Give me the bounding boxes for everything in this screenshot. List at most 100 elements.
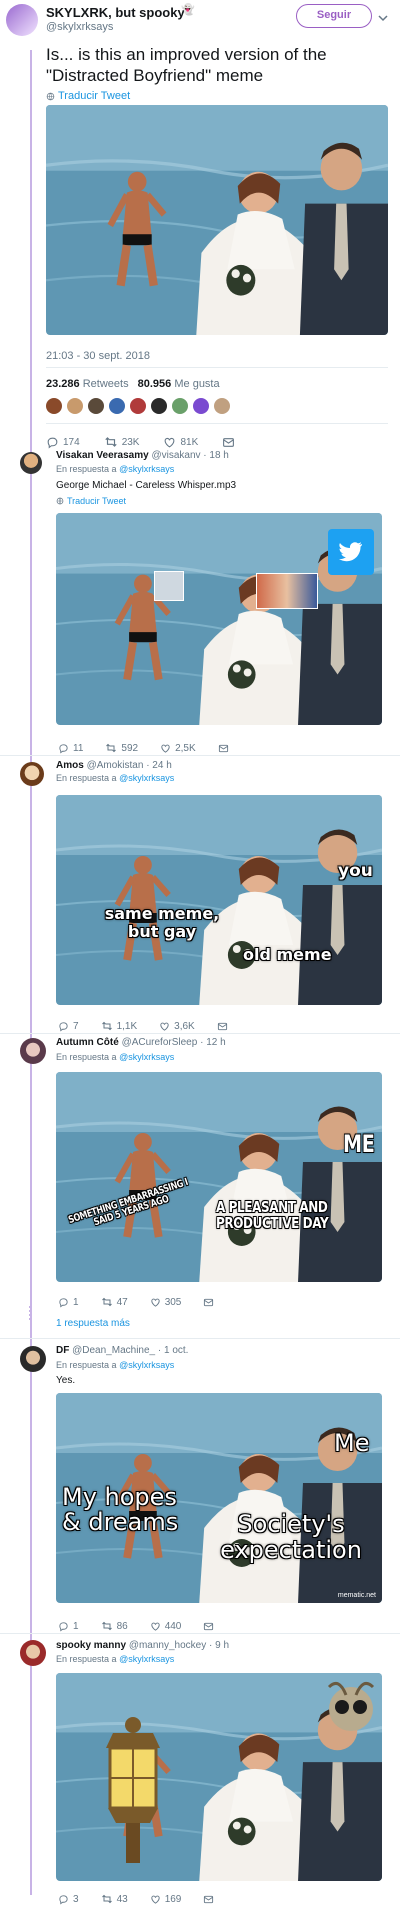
- retweet-button[interactable]: 1,1K: [101, 1020, 137, 1032]
- avatar[interactable]: [20, 452, 42, 474]
- reply-button[interactable]: 1: [58, 1297, 79, 1308]
- author-name[interactable]: Amos: [56, 760, 84, 771]
- tweet-image[interactable]: Me My hopes & dreams Society's expectati…: [56, 1393, 382, 1603]
- avatar[interactable]: [172, 398, 188, 414]
- tweet-image[interactable]: [56, 513, 382, 725]
- follow-label: Seguir: [316, 9, 352, 21]
- dm-button[interactable]: [203, 1894, 214, 1905]
- reply-prefix: En respuesta a: [56, 1360, 117, 1370]
- tweet-image[interactable]: ME SOMETHING EMBARRASSING I SAID 5 YEARS…: [56, 1072, 382, 1282]
- like-button[interactable]: 81K: [163, 436, 198, 449]
- envelope-icon: [222, 436, 235, 449]
- retweet-button[interactable]: 23K: [104, 435, 140, 449]
- retweets-label: Retweets: [82, 378, 129, 390]
- like-count[interactable]: 80.956: [138, 378, 172, 390]
- reply-to-link[interactable]: @skylxrksays: [119, 773, 174, 783]
- like-button[interactable]: 440: [150, 1620, 182, 1632]
- avatar[interactable]: [67, 398, 83, 414]
- avatar[interactable]: [151, 398, 167, 414]
- avatar[interactable]: [109, 398, 125, 414]
- avatar[interactable]: [20, 1640, 46, 1666]
- avatar[interactable]: [6, 4, 38, 36]
- tweet-image[interactable]: [46, 105, 388, 335]
- meme-caption-me: Me: [334, 1429, 370, 1457]
- reply-button[interactable]: 3: [58, 1894, 79, 1905]
- retweet-count[interactable]: 23.286: [46, 378, 80, 390]
- retweet-count: 592: [121, 742, 139, 754]
- dm-button[interactable]: [203, 1621, 214, 1632]
- tweet-image[interactable]: [56, 1673, 382, 1881]
- reply-to-link[interactable]: @skylxrksays: [119, 1360, 174, 1370]
- divider: [0, 1338, 400, 1339]
- retweet-count: 43: [116, 1893, 128, 1905]
- dm-button[interactable]: [217, 1021, 228, 1032]
- retweet-icon: [101, 1020, 113, 1032]
- reply-button[interactable]: 1: [58, 1621, 79, 1632]
- in-reply-to: En respuesta a @skylxrksays: [56, 1654, 174, 1664]
- retweet-count: 23K: [121, 436, 140, 448]
- watermark: mematic.net: [337, 1592, 376, 1599]
- like-count: 440: [164, 1620, 182, 1632]
- reply-header: DF @Dean_Machine_ · 1 oct.: [56, 1345, 188, 1356]
- reply-text: Yes.: [56, 1375, 76, 1386]
- author-name[interactable]: Autumn Côté: [56, 1037, 119, 1048]
- reply-icon: [58, 743, 69, 754]
- dm-button[interactable]: [203, 1297, 214, 1308]
- like-count: 81K: [180, 436, 199, 448]
- like-button[interactable]: 2,5K: [160, 743, 196, 754]
- likes-label: Me gusta: [174, 378, 220, 390]
- meme-caption-left: same meme, but gay: [104, 904, 220, 941]
- avatar[interactable]: [46, 398, 62, 414]
- avatar[interactable]: [214, 398, 230, 414]
- envelope-icon: [203, 1621, 214, 1632]
- reply-prefix: En respuesta a: [56, 773, 117, 783]
- avatar[interactable]: [130, 398, 146, 414]
- author-name[interactable]: SKYLXRK, but spooky: [46, 5, 185, 20]
- timestamp: 21:03 - 30 sept. 2018: [46, 350, 150, 362]
- divider: [0, 755, 400, 756]
- reply-icon: [58, 1297, 69, 1308]
- like-button[interactable]: 305: [150, 1297, 181, 1308]
- heart-icon: [163, 436, 176, 449]
- chevron-down-icon[interactable]: [378, 10, 388, 22]
- meme-background: [56, 795, 382, 1005]
- tweet-actions: 174 23K 81K: [46, 435, 235, 449]
- reply-to-link[interactable]: @skylxrksays: [119, 1052, 174, 1062]
- translate-link[interactable]: Traducir Tweet: [46, 90, 130, 102]
- avatar[interactable]: [20, 1346, 46, 1372]
- tweet-image[interactable]: you same meme, but gay old meme: [56, 795, 382, 1005]
- more-replies-link[interactable]: 1 respuesta más: [56, 1318, 130, 1329]
- avatar[interactable]: [20, 1038, 46, 1064]
- author-handle: @manny_hockey · 9 h: [128, 1640, 230, 1651]
- reply-button[interactable]: 174: [46, 436, 80, 449]
- retweet-button[interactable]: 592: [105, 742, 138, 754]
- reply-count: 1: [73, 1296, 79, 1308]
- like-button[interactable]: 3,6K: [159, 1021, 195, 1032]
- avatar[interactable]: [20, 762, 44, 786]
- follow-button[interactable]: Seguir: [296, 4, 372, 28]
- retweet-icon: [101, 1893, 113, 1905]
- dm-button[interactable]: [218, 743, 229, 754]
- author-handle: @Dean_Machine_ · 1 oct.: [72, 1345, 189, 1356]
- reply-button[interactable]: 7: [58, 1021, 79, 1032]
- reply-to-link[interactable]: @skylxrksays: [119, 1654, 174, 1664]
- retweet-button[interactable]: 86: [101, 1620, 128, 1632]
- translate-label: Traducir Tweet: [67, 496, 127, 506]
- reply-button[interactable]: 11: [58, 743, 83, 754]
- dm-button[interactable]: [222, 436, 235, 449]
- retweet-button[interactable]: 47: [101, 1296, 128, 1308]
- envelope-icon: [203, 1297, 214, 1308]
- author-name[interactable]: Visakan Veerasamy: [56, 450, 149, 461]
- liker-avatars: [46, 398, 230, 414]
- avatar[interactable]: [88, 398, 104, 414]
- retweet-button[interactable]: 43: [101, 1893, 128, 1905]
- translate-link[interactable]: Traducir Tweet: [56, 496, 126, 506]
- like-button[interactable]: 169: [150, 1894, 181, 1905]
- author-name[interactable]: spooky manny: [56, 1640, 126, 1651]
- divider: [0, 1033, 400, 1034]
- heart-icon: [160, 743, 171, 754]
- heart-icon: [150, 1894, 161, 1905]
- author-name[interactable]: DF: [56, 1345, 69, 1356]
- reply-to-link[interactable]: @skylxrksays: [119, 464, 174, 474]
- avatar[interactable]: [193, 398, 209, 414]
